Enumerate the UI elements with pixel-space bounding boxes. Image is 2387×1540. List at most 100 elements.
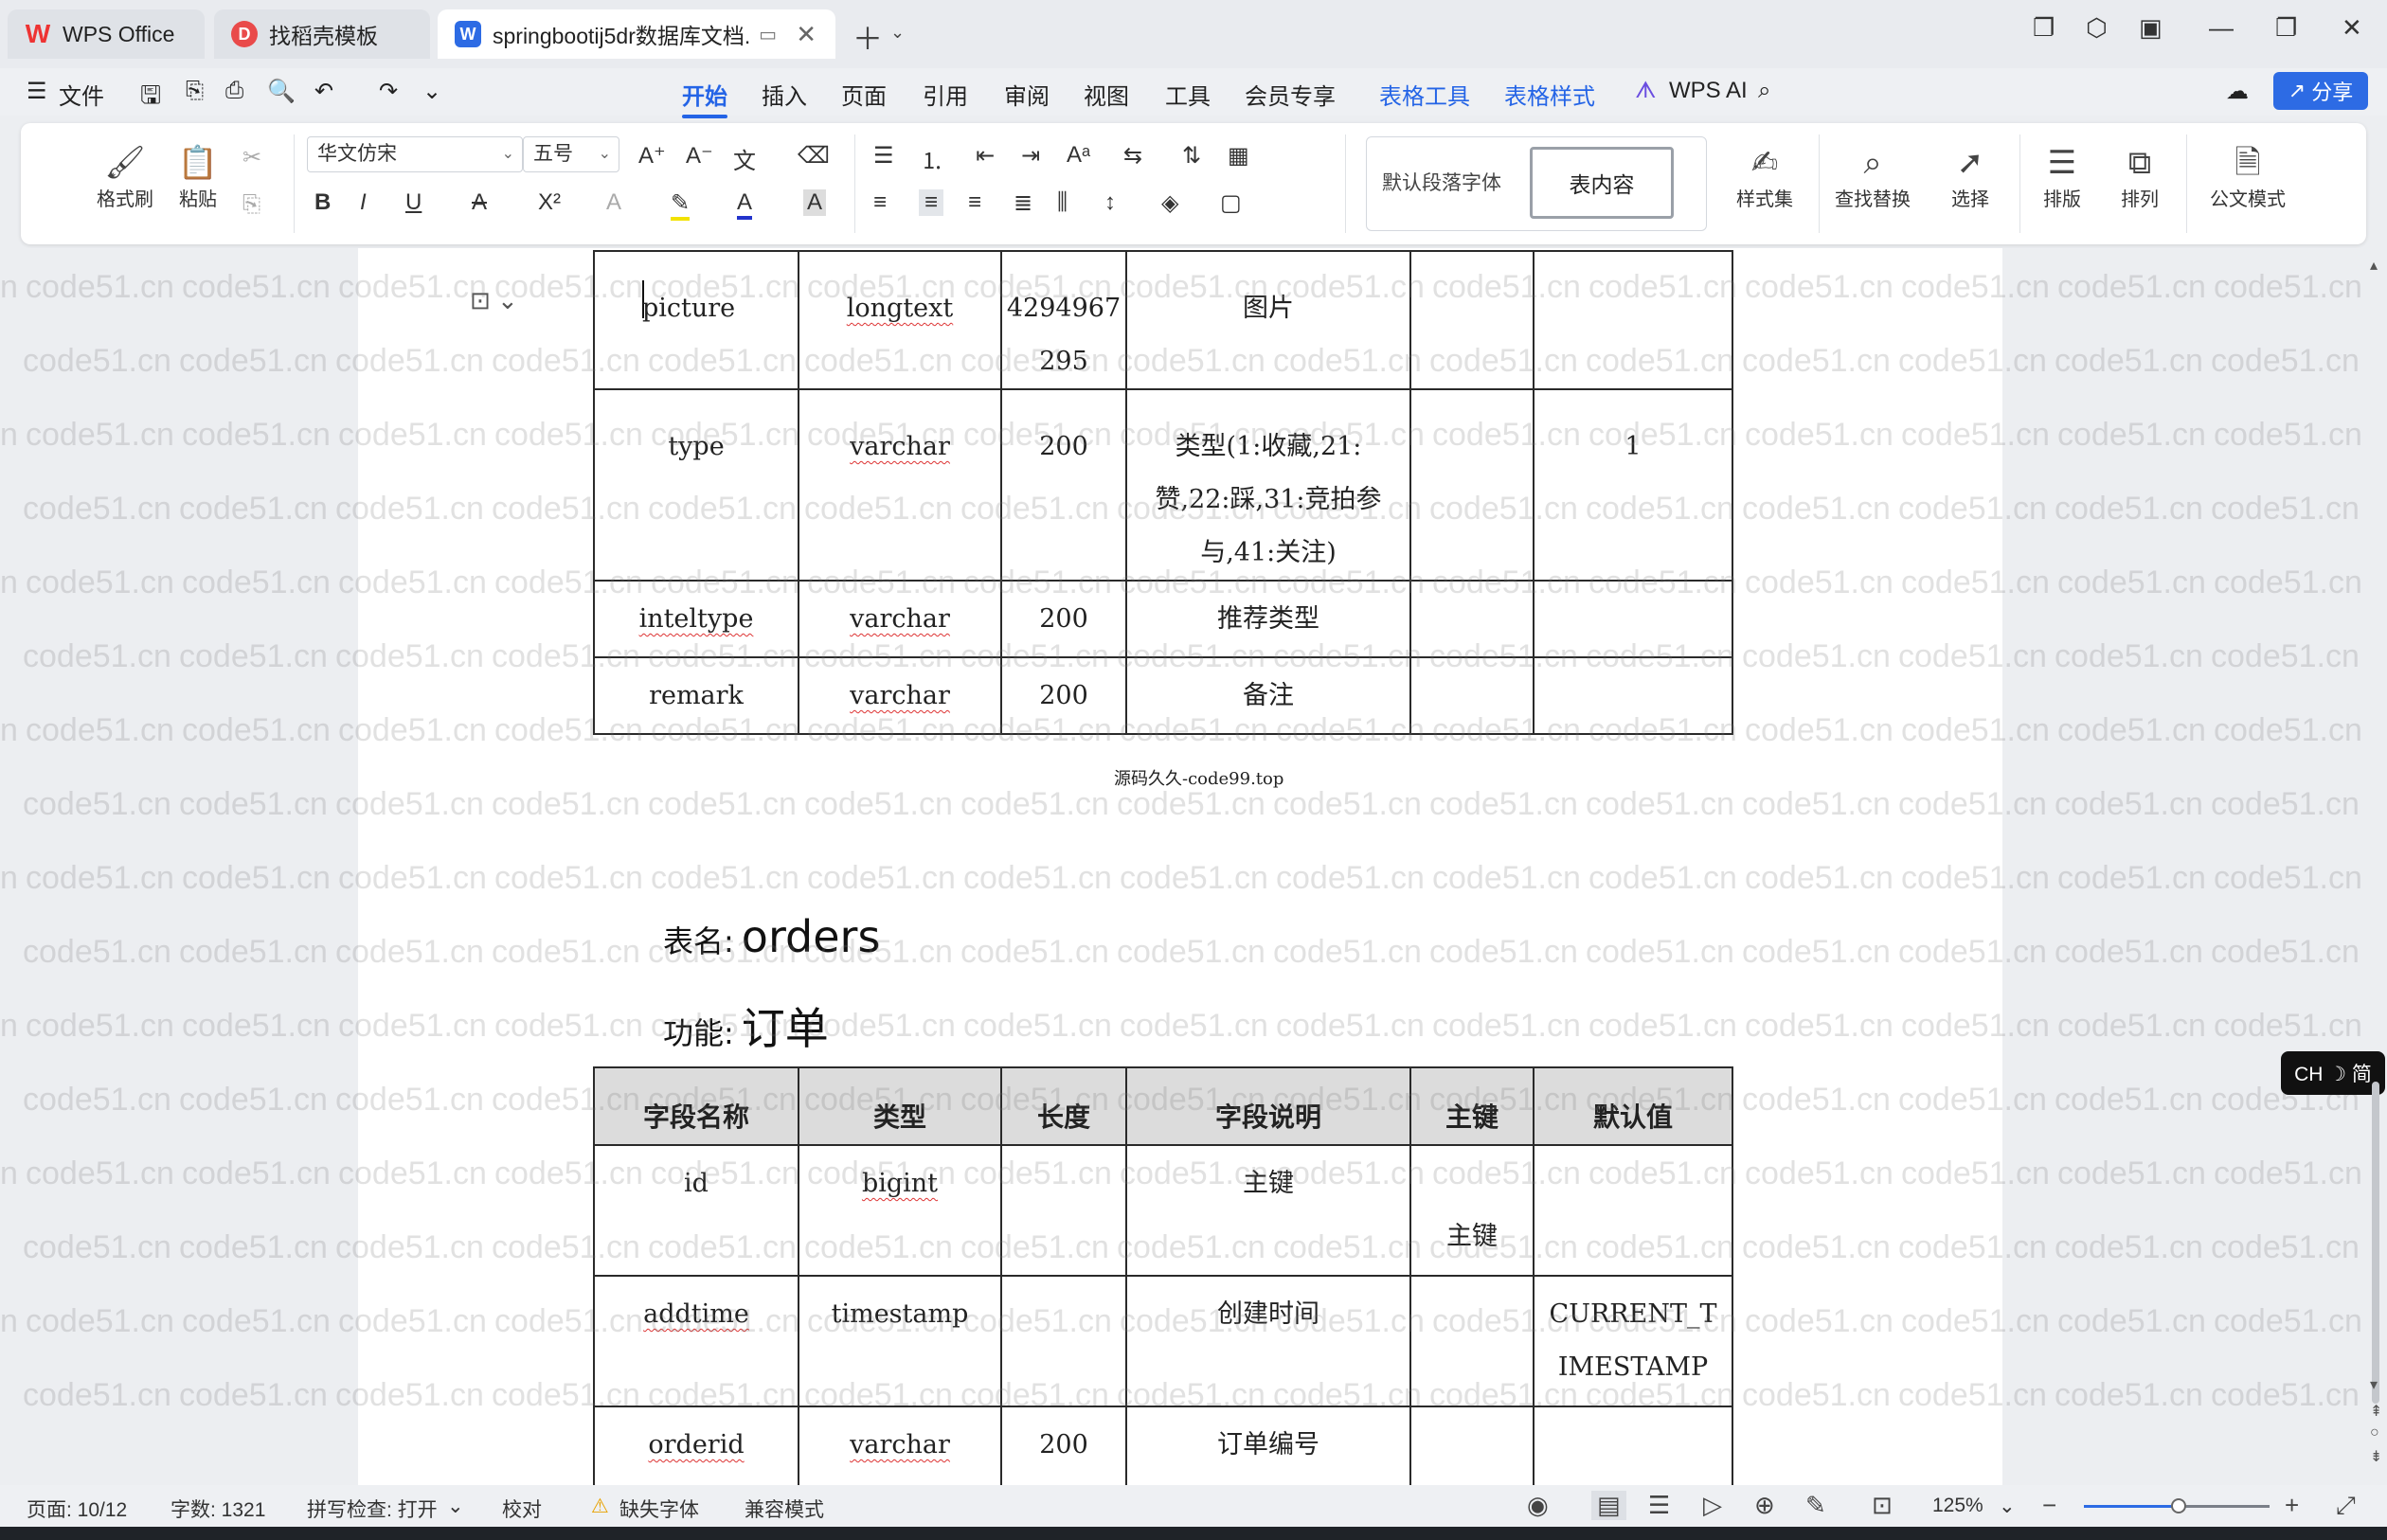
close-window-icon[interactable]: ✕: [2342, 13, 2362, 43]
field-desc-cell[interactable]: 主键: [1125, 1144, 1411, 1277]
field-pk-cell[interactable]: [1409, 1275, 1534, 1407]
scrollbar-thumb[interactable]: [2372, 1082, 2379, 1404]
undo-icon[interactable]: ↶: [314, 78, 333, 105]
scroll-up-icon[interactable]: ▴: [2370, 256, 2378, 275]
font-size-select[interactable]: 五号 ⌄: [523, 136, 619, 172]
field-type-cell[interactable]: timestamp: [798, 1275, 1002, 1407]
menu-insert[interactable]: 插入: [762, 78, 807, 111]
field-default-cell[interactable]: 1: [1533, 388, 1733, 582]
menu-member[interactable]: 会员专享: [1245, 78, 1336, 111]
menu-reference[interactable]: 引用: [923, 78, 968, 111]
field-length-cell[interactable]: 200: [1000, 1406, 1127, 1485]
fullscreen-icon[interactable]: ⤢: [2336, 1491, 2356, 1521]
underline-icon[interactable]: U: [405, 189, 422, 216]
highlight-icon[interactable]: ✎: [671, 189, 691, 221]
cloud-upload-icon[interactable]: ☁: [2226, 78, 2249, 105]
cut-icon[interactable]: ✂: [242, 144, 261, 171]
maximize-icon[interactable]: ❐: [2275, 13, 2297, 43]
fit-page-icon[interactable]: ⊡: [1872, 1491, 1893, 1520]
find-replace-button[interactable]: ⌕ 查找替换: [1821, 142, 1925, 211]
field-type-cell[interactable]: varchar: [798, 656, 1002, 735]
compat-mode[interactable]: 兼容模式: [745, 1495, 824, 1523]
bullet-list-icon[interactable]: ☰: [873, 142, 894, 170]
field-default-cell[interactable]: [1533, 1406, 1733, 1485]
next-page-icon[interactable]: ⇟: [2370, 1447, 2382, 1466]
table-anchor-icon[interactable]: ⊡ ⌄: [470, 286, 518, 315]
grow-font-icon[interactable]: A⁺: [638, 142, 666, 170]
text-effect-icon[interactable]: A: [606, 189, 621, 216]
chevron-down-icon[interactable]: ⌄: [890, 23, 905, 43]
field-type-cell[interactable]: longtext: [798, 250, 1002, 390]
field-desc-cell[interactable]: 创建时间: [1125, 1275, 1411, 1407]
strikethrough-icon[interactable]: A: [472, 189, 487, 216]
field-name-cell[interactable]: orderid: [593, 1406, 799, 1485]
font-color-icon[interactable]: A: [737, 189, 753, 220]
text-direction-icon[interactable]: Aᵃ: [1067, 142, 1090, 169]
italic-icon[interactable]: I: [360, 189, 367, 216]
field-name-cell[interactable]: id: [593, 1144, 799, 1277]
arrange-button[interactable]: ⧉ 排列: [2105, 142, 2175, 211]
new-tab-icon[interactable]: ＋: [852, 15, 883, 59]
field-length-cell[interactable]: 200: [1000, 656, 1127, 735]
redo-icon[interactable]: ↷: [379, 78, 398, 105]
justify-icon[interactable]: ≣: [1014, 189, 1032, 217]
export-icon[interactable]: ⎘: [186, 78, 204, 104]
style-default[interactable]: 默认段落字体: [1382, 168, 1501, 196]
menu-file[interactable]: 文件: [59, 78, 104, 111]
field-type-cell[interactable]: varchar: [798, 1406, 1002, 1485]
superscript-icon[interactable]: X²: [538, 189, 561, 216]
scroll-down-icon[interactable]: ▾: [2370, 1375, 2378, 1394]
pen-icon[interactable]: ✎: [1805, 1491, 1826, 1520]
spell-check[interactable]: 拼写检查: 打开: [307, 1495, 438, 1523]
print-icon[interactable]: ⎙: [225, 78, 243, 104]
style-table-content[interactable]: 表内容: [1530, 147, 1674, 219]
word-count[interactable]: 字数: 1321: [170, 1495, 265, 1523]
layout-button[interactable]: ☰ 排版: [2027, 142, 2097, 211]
line-spacing-icon[interactable]: ↕: [1104, 189, 1116, 216]
tab-document[interactable]: W springbootij5dr数据库文档. ▭ ✕: [438, 9, 835, 59]
eye-icon[interactable]: ◉: [1527, 1491, 1549, 1520]
chevron-down-icon[interactable]: ⌄: [422, 78, 441, 105]
field-pk-cell[interactable]: [1409, 580, 1534, 658]
field-default-cell[interactable]: [1533, 250, 1733, 390]
field-type-cell[interactable]: bigint: [798, 1144, 1002, 1277]
field-name-cell[interactable]: inteltype: [593, 580, 799, 658]
field-name-cell[interactable]: addtime: [593, 1275, 799, 1407]
align-right-icon[interactable]: ≡: [968, 189, 981, 216]
field-length-cell[interactable]: [1000, 1144, 1127, 1277]
field-type-cell[interactable]: varchar: [798, 388, 1002, 582]
field-length-cell[interactable]: 4294967295: [1000, 250, 1127, 390]
field-default-cell[interactable]: [1533, 1144, 1733, 1277]
table-name-value[interactable]: orders: [742, 911, 881, 962]
char-shading-icon[interactable]: A: [803, 189, 827, 216]
prev-page-icon[interactable]: ⇞: [2370, 1402, 2382, 1421]
copy-icon[interactable]: ⎘: [242, 191, 260, 218]
menu-page[interactable]: 页面: [841, 78, 887, 111]
field-desc-cell[interactable]: 图片: [1125, 250, 1411, 390]
table-function-value[interactable]: 订单: [742, 1003, 829, 1054]
paste-button[interactable]: 📋 粘贴: [165, 142, 231, 211]
select-button[interactable]: ➚ 选择: [1932, 142, 2008, 211]
cube-icon[interactable]: ⬡: [2086, 13, 2108, 43]
monitor-icon[interactable]: ▭: [759, 23, 777, 46]
browse-object-icon[interactable]: ○: [2370, 1424, 2379, 1442]
menu-home[interactable]: 开始: [682, 78, 727, 118]
search-icon[interactable]: ⌕: [1758, 78, 1770, 104]
chevron-down-icon[interactable]: ⌄: [447, 1495, 464, 1518]
zoom-out-icon[interactable]: −: [2042, 1491, 2056, 1520]
tab-wps-office[interactable]: W WPS Office: [8, 9, 205, 59]
increase-indent-icon[interactable]: ⇥: [1021, 142, 1040, 170]
field-name-cell[interactable]: type: [593, 388, 799, 582]
phonetic-icon[interactable]: 文: [733, 142, 756, 175]
field-name-cell[interactable]: picture: [593, 250, 799, 390]
close-tab-icon[interactable]: ✕: [796, 20, 817, 49]
field-name-cell[interactable]: remark: [593, 656, 799, 735]
zoom-slider-knob[interactable]: [2171, 1498, 2186, 1513]
field-length-cell[interactable]: 200: [1000, 388, 1127, 582]
align-center-icon[interactable]: ≡: [919, 189, 944, 216]
proofread[interactable]: 校对: [502, 1495, 542, 1523]
field-desc-cell[interactable]: 订单编号: [1125, 1406, 1411, 1485]
shading-icon[interactable]: ◈: [1161, 189, 1178, 217]
play-icon[interactable]: ▷: [1703, 1491, 1722, 1520]
outline-view-icon[interactable]: ☰: [1648, 1491, 1670, 1520]
